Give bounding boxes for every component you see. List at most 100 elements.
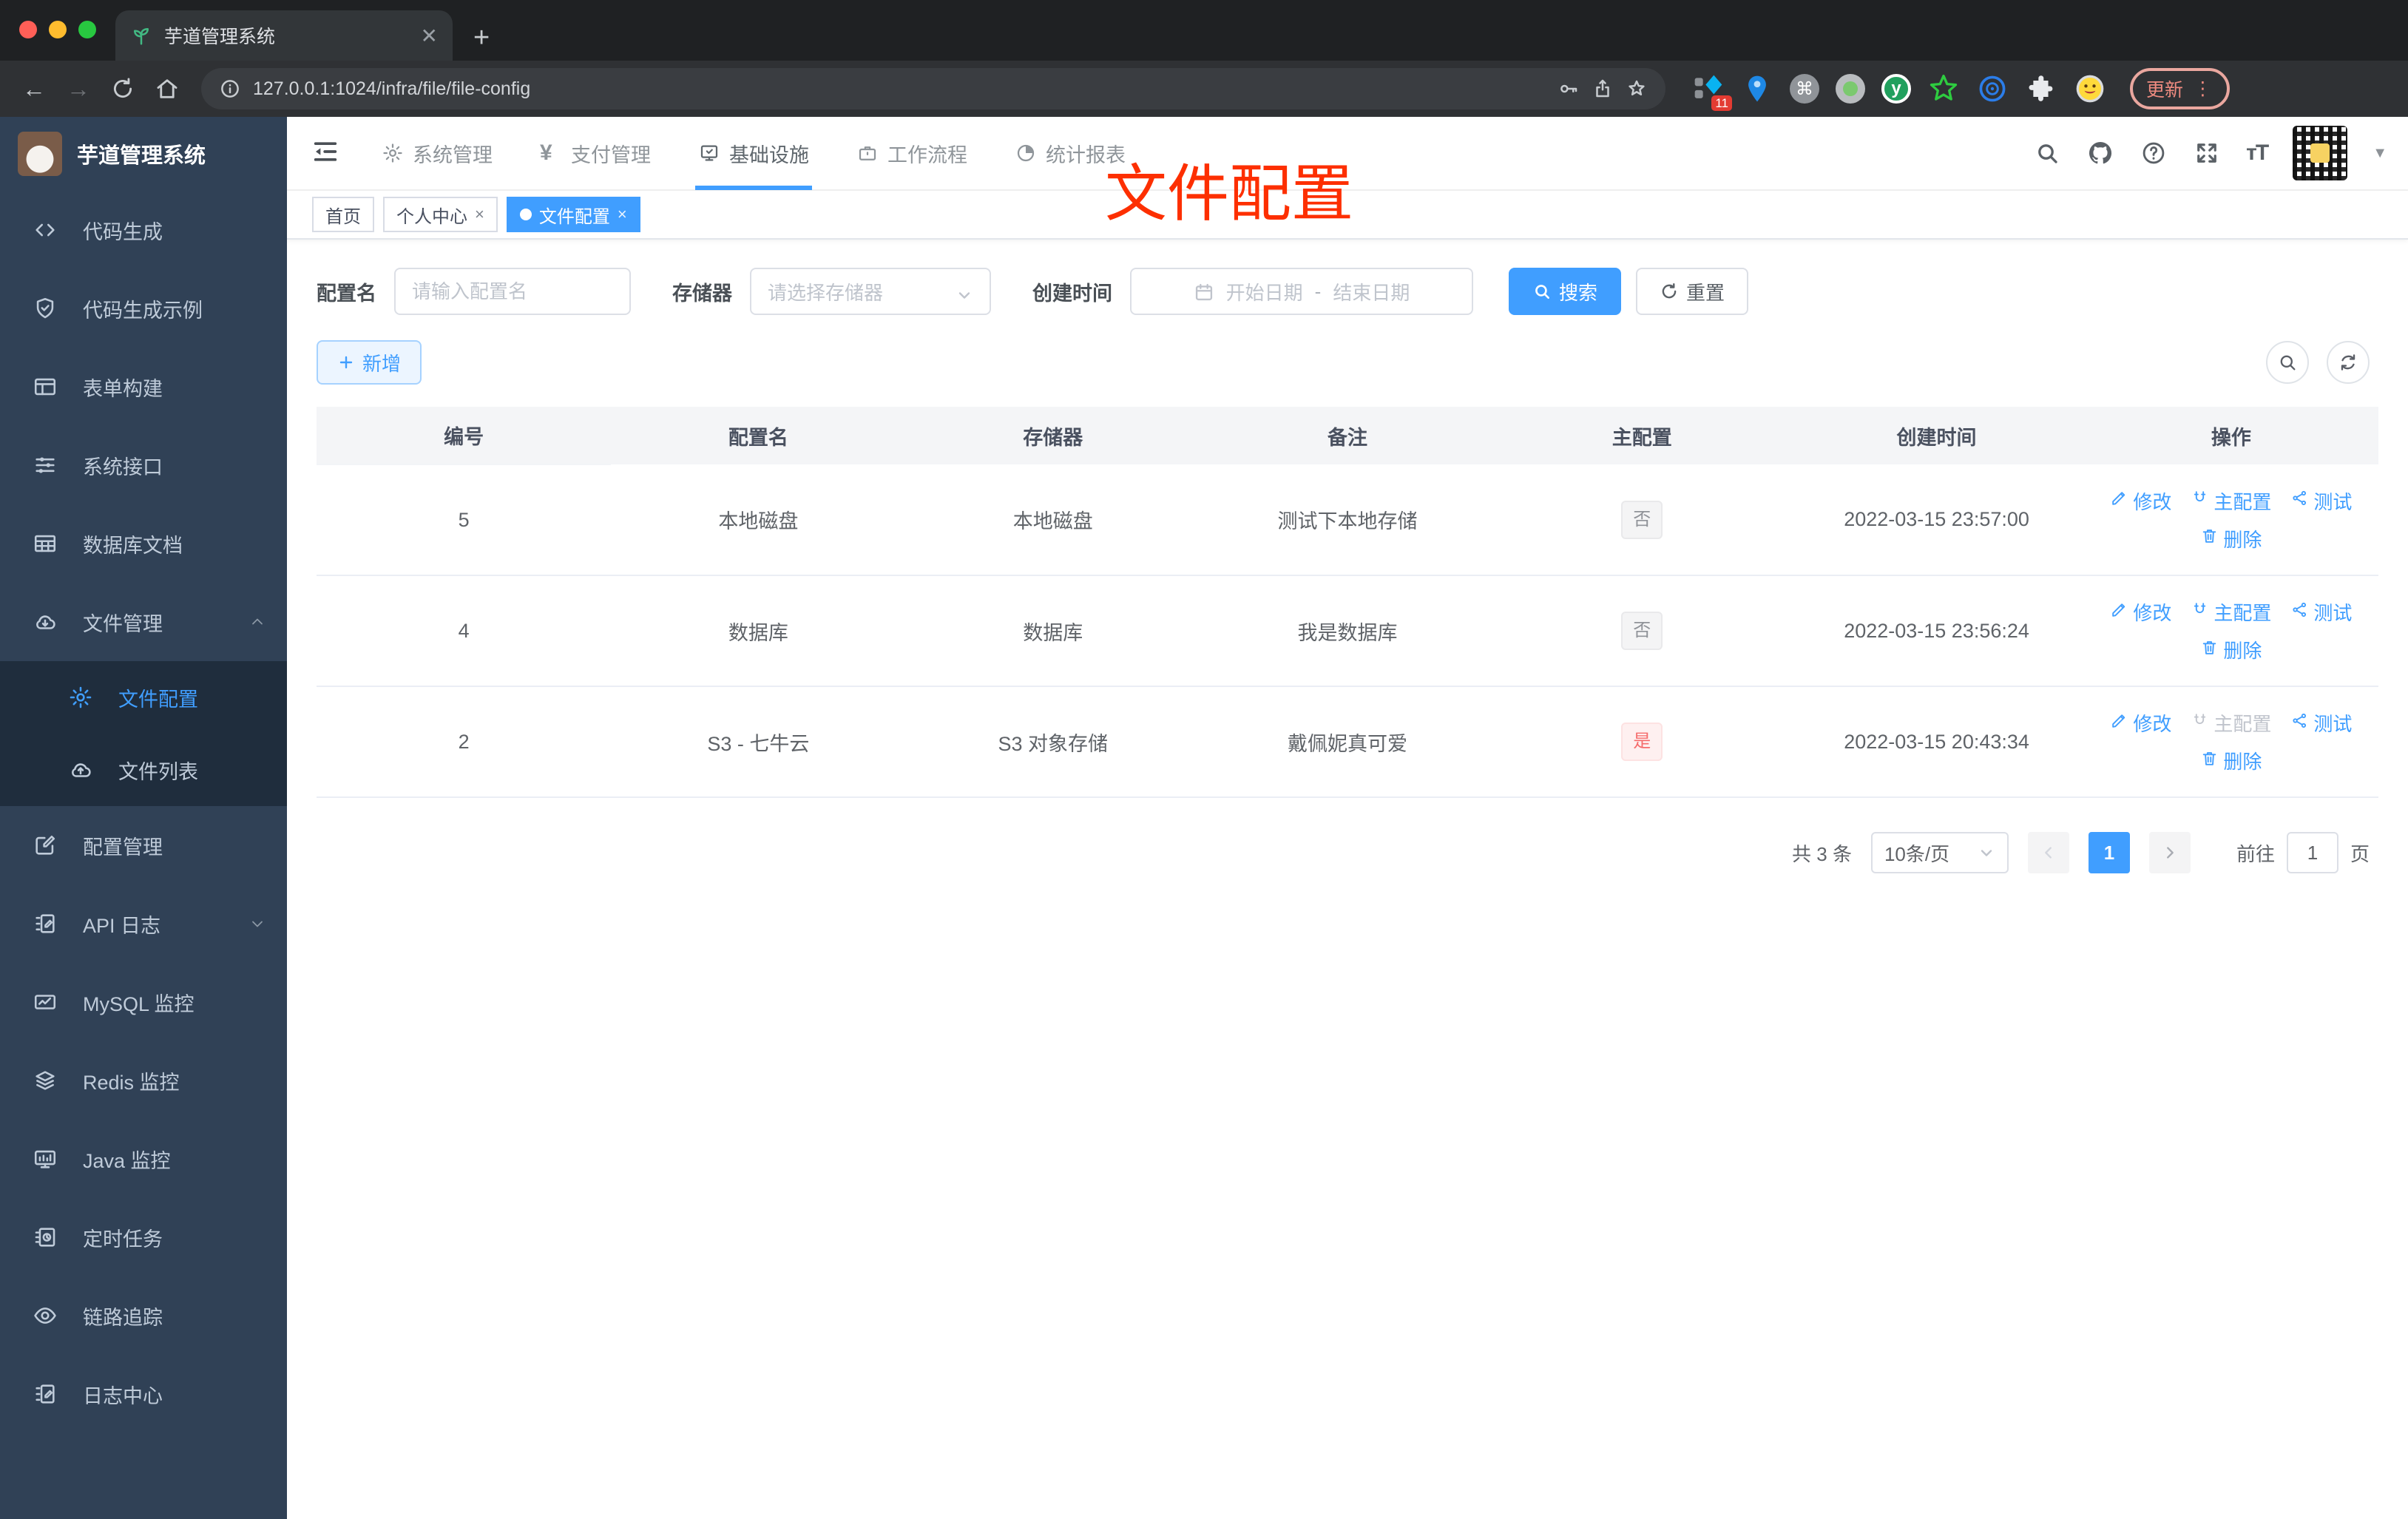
extension-dot-icon[interactable] bbox=[1836, 74, 1865, 104]
reset-button[interactable]: 重置 bbox=[1636, 268, 1749, 315]
github-icon[interactable] bbox=[2086, 139, 2114, 167]
profile-emoji-icon[interactable] bbox=[2074, 72, 2106, 105]
extension-star-icon[interactable] bbox=[1927, 72, 1960, 105]
sidebar-item-1[interactable]: 代码生成示例 bbox=[0, 269, 287, 348]
topnav-item-4[interactable]: 统计报表 bbox=[991, 116, 1149, 190]
topnav-item-3[interactable]: 工作流程 bbox=[833, 116, 991, 190]
site-info-icon[interactable] bbox=[219, 78, 241, 100]
config-name-field[interactable] bbox=[394, 268, 631, 315]
sidebar-item-5[interactable]: 文件管理 bbox=[0, 583, 287, 661]
extensions-puzzle-icon[interactable] bbox=[2025, 72, 2057, 105]
extension-diamond-icon[interactable]: 11 bbox=[1692, 72, 1732, 111]
topnav-item-label: 工作流程 bbox=[887, 143, 967, 166]
cell-master: 否 bbox=[1495, 575, 1790, 687]
browser-tab[interactable]: 芋道管理系统 ✕ bbox=[115, 10, 453, 61]
tag-1[interactable]: 个人中心 × bbox=[383, 197, 498, 232]
test-action[interactable]: 测试 bbox=[2290, 709, 2352, 737]
master-action[interactable]: 主配置 bbox=[2191, 487, 2271, 515]
topnav-item-1[interactable]: ¥ 支付管理 bbox=[516, 116, 674, 190]
sidebar-item-6[interactable]: 文件配置 bbox=[0, 661, 287, 734]
sidebar-item-4[interactable]: 数据库文档 bbox=[0, 504, 287, 583]
browser-update-button[interactable]: 更新 ⋮ bbox=[2130, 68, 2231, 109]
eye-icon bbox=[33, 1303, 58, 1328]
sidebar-item-10[interactable]: MySQL 监控 bbox=[0, 963, 287, 1041]
form-build-icon bbox=[33, 374, 58, 399]
new-tab-button[interactable]: + bbox=[473, 24, 490, 52]
show-search-icon[interactable] bbox=[2266, 341, 2309, 384]
minimize-window-button[interactable] bbox=[49, 21, 67, 38]
fullscreen-icon[interactable] bbox=[2193, 139, 2221, 167]
sidebar-item-15[interactable]: 日志中心 bbox=[0, 1355, 287, 1433]
edit-action[interactable]: 修改 bbox=[2110, 487, 2171, 515]
password-key-icon[interactable] bbox=[1558, 78, 1580, 100]
maximize-window-button[interactable] bbox=[78, 21, 96, 38]
sidebar-item-9[interactable]: API 日志 bbox=[0, 884, 287, 963]
delete-action[interactable]: 删除 bbox=[2200, 747, 2262, 774]
config-name-input[interactable] bbox=[412, 280, 613, 303]
sidebar-item-13[interactable]: 定时任务 bbox=[0, 1198, 287, 1276]
topnav-item-label: 支付管理 bbox=[571, 143, 651, 166]
master-action[interactable]: 主配置 bbox=[2191, 598, 2271, 626]
tag-2[interactable]: 文件配置 × bbox=[506, 197, 640, 232]
browser-menu-icon[interactable]: ⋮ bbox=[2194, 78, 2213, 100]
topnav-item-0[interactable]: 系统管理 bbox=[358, 116, 516, 190]
sidebar-item-2[interactable]: 表单构建 bbox=[0, 348, 287, 426]
user-dropdown-caret-icon[interactable]: ▼ bbox=[2373, 145, 2387, 162]
forward-icon[interactable]: → bbox=[59, 70, 98, 108]
topnav-item-2[interactable]: 基础设施 bbox=[674, 116, 833, 190]
extension-eye-icon[interactable] bbox=[1976, 72, 2009, 105]
chart-icon bbox=[33, 989, 58, 1015]
current-page-button[interactable]: 1 bbox=[2088, 832, 2130, 873]
search-icon[interactable] bbox=[2033, 139, 2061, 167]
search-button[interactable]: 搜索 bbox=[1509, 268, 1622, 315]
font-size-icon[interactable]: ᴛT bbox=[2246, 141, 2269, 166]
back-icon[interactable]: ← bbox=[15, 70, 53, 108]
tag-0[interactable]: 首页 bbox=[312, 197, 374, 232]
sidebar-item-7[interactable]: 文件列表 bbox=[0, 734, 287, 806]
gear-icon bbox=[382, 142, 404, 164]
share-icon[interactable] bbox=[1592, 78, 1614, 100]
sidebar-item-12[interactable]: Java 监控 bbox=[0, 1120, 287, 1198]
sidebar-item-3[interactable]: 系统接口 bbox=[0, 426, 287, 504]
next-page-icon[interactable] bbox=[2148, 832, 2191, 873]
reload-icon[interactable] bbox=[104, 70, 142, 108]
refresh-table-icon[interactable] bbox=[2327, 341, 2370, 384]
date-range-picker[interactable]: 开始日期 - 结束日期 bbox=[1130, 268, 1473, 315]
cell-actions: 修改 主配置 测试删除 bbox=[2083, 575, 2378, 687]
test-action[interactable]: 测试 bbox=[2290, 487, 2352, 515]
extension-command-icon[interactable]: ⌘ bbox=[1790, 74, 1819, 104]
edit-action[interactable]: 修改 bbox=[2110, 709, 2171, 737]
close-window-button[interactable] bbox=[19, 21, 37, 38]
extension-pin-icon[interactable] bbox=[1741, 72, 1773, 105]
edit-action[interactable]: 修改 bbox=[2110, 598, 2171, 626]
share-test-icon bbox=[2290, 711, 2309, 735]
prev-page-icon[interactable] bbox=[2027, 832, 2069, 873]
extension-y-icon[interactable]: y bbox=[1881, 74, 1911, 104]
home-icon[interactable] bbox=[148, 70, 186, 108]
tag-close-icon[interactable]: × bbox=[618, 205, 627, 224]
delete-action[interactable]: 删除 bbox=[2200, 636, 2262, 663]
add-button[interactable]: 新增 bbox=[317, 340, 422, 385]
qr-avatar[interactable] bbox=[2293, 126, 2348, 180]
master-action[interactable]: 主配置 bbox=[2191, 709, 2271, 737]
header-actions: ᴛT ▼ bbox=[2033, 126, 2387, 180]
sidebar-item-11[interactable]: Redis 监控 bbox=[0, 1041, 287, 1120]
help-icon[interactable] bbox=[2140, 139, 2168, 167]
storage-select[interactable]: 请选择存储器 bbox=[750, 268, 991, 315]
edit-action-label: 修改 bbox=[2133, 713, 2172, 735]
test-action-label: 测试 bbox=[2313, 713, 2353, 735]
sidebar-collapse-icon[interactable] bbox=[311, 137, 343, 169]
app-logo[interactable]: 芋道管理系统 bbox=[0, 117, 287, 191]
sidebar-item-14[interactable]: 链路追踪 bbox=[0, 1276, 287, 1355]
tag-close-icon[interactable]: × bbox=[475, 205, 484, 224]
tab-close-icon[interactable]: ✕ bbox=[421, 24, 438, 48]
test-action[interactable]: 测试 bbox=[2290, 598, 2352, 626]
sidebar-item-0[interactable]: 代码生成 bbox=[0, 191, 287, 269]
cell-id: 5 bbox=[317, 464, 612, 576]
page-size-select[interactable]: 10条/页 bbox=[1870, 832, 2009, 873]
sidebar-item-8[interactable]: 配置管理 bbox=[0, 806, 287, 884]
delete-action[interactable]: 删除 bbox=[2200, 525, 2262, 552]
address-bar[interactable]: 127.0.0.1:1024/infra/file/file-config bbox=[201, 68, 1665, 109]
bookmark-star-icon[interactable] bbox=[1626, 78, 1648, 100]
goto-page-input[interactable] bbox=[2286, 832, 2338, 873]
